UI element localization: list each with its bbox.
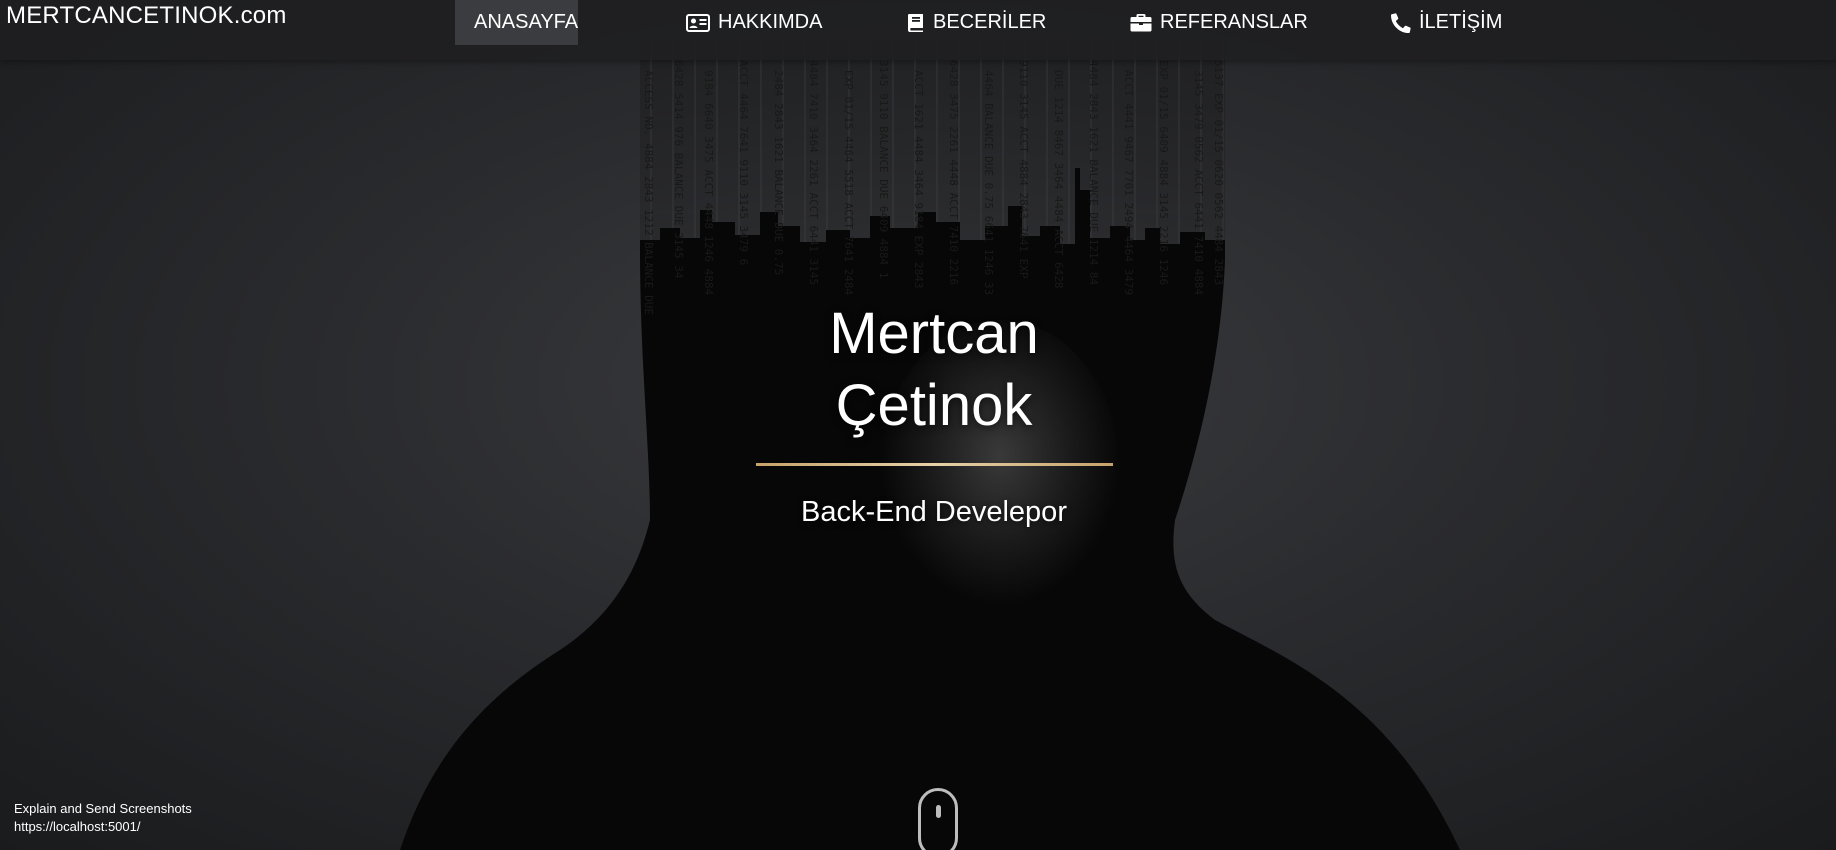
svg-text:9110 3145 ACCT 4884 2843 7641: 9110 3145 ACCT 4884 2843 7641 EXP (1017, 60, 1030, 279)
hero-first-name: Mertcan (829, 301, 1039, 366)
hero-title-block: Mertcan Çetinok Back-End Develepor (734, 298, 1134, 529)
svg-text:2484 2843 1621 BALANCE DUE 0.7: 2484 2843 1621 BALANCE DUE 0.75 (772, 70, 785, 275)
overlay-line-1: Explain and Send Screenshots (14, 801, 192, 816)
overlay-url: https://localhost:5001/ (14, 819, 141, 834)
hero-section: ACCESS NO. 4884 2843 1212 BALANCE DUE 64… (0, 0, 1836, 850)
svg-text:ACCT 1621 4484 3464 9184 EXP 2: ACCT 1621 4484 3464 9184 EXP 2843 (912, 70, 925, 289)
svg-text:ACCESS NO. 4884 2843 1212 BALA: ACCESS NO. 4884 2843 1212 BALANCE DUE (642, 70, 655, 315)
nav-item-referanslar[interactable]: REFERANSLAR (1119, 0, 1319, 45)
screenshot-overlay: Explain and Send Screenshots https://loc… (14, 800, 192, 836)
briefcase-icon (1130, 14, 1152, 32)
id-card-icon (686, 13, 710, 32)
nav-item-label: İLETİŞİM (1419, 11, 1503, 33)
mouse-scroll-icon[interactable] (918, 788, 958, 850)
svg-text:9184 6640 3475 ACCT 4448 1246: 9184 6640 3475 ACCT 4448 1246 4884 (702, 70, 715, 296)
svg-text:6428 5414 976 BALANCE DUE 3145: 6428 5414 976 BALANCE DUE 3145 34 (672, 60, 685, 279)
nav-item-iletisim[interactable]: İLETİŞİM (1380, 0, 1513, 45)
svg-text:4464 BALANCE DUE 0.75 6641 124: 4464 BALANCE DUE 0.75 6641 1246 33 (982, 70, 995, 295)
svg-text:3145 9110 BALANCE DUE 6409 488: 3145 9110 BALANCE DUE 6409 4884 1 (877, 60, 890, 279)
svg-text:5137 EXP 01/15 0620 0562 4484: 5137 EXP 01/15 0620 0562 4484 2843 (1212, 60, 1225, 285)
svg-text:6428 3475 2261 4448 ACCT 7410: 6428 3475 2261 4448 ACCT 7410 2216 (947, 60, 960, 285)
book-icon (908, 13, 923, 32)
nav-item-label: BECERİLER (933, 11, 1047, 33)
svg-text:3145 3479 0562 ACCT 6441 7410: 3145 3479 0562 ACCT 6441 7410 4884 (1192, 70, 1205, 296)
svg-text:4484 2843 1621 BALANCE DUE 121: 4484 2843 1621 BALANCE DUE 1214 84 (1087, 60, 1100, 286)
svg-text:EXP 01/15 6409 4884 3145 2216: EXP 01/15 6409 4884 3145 2216 1246 (1157, 60, 1170, 285)
mouse-wheel-icon (936, 805, 941, 818)
svg-text:DUE 1214 8467 3464 4484 ACCT 6: DUE 1214 8467 3464 4484 ACCT 6428 (1052, 70, 1065, 289)
nav-item-label: REFERANSLAR (1160, 11, 1308, 33)
svg-text:ACCT 4464 7641 9110 3145 3479: ACCT 4464 7641 9110 3145 3479 6 (737, 60, 750, 265)
nav-item-anasayfa[interactable]: ANASAYFA (455, 0, 578, 45)
nav-item-beceriler[interactable]: BECERİLER (896, 0, 1057, 45)
site-brand-link[interactable]: MERTCANCETINOK.com (6, 2, 287, 30)
hero-subtitle: Back-End Develepor (801, 496, 1067, 528)
title-divider (755, 463, 1113, 466)
svg-text:4484 7410 3464 2261 ACCT 6441: 4484 7410 3464 2261 ACCT 6441 3145 (807, 60, 820, 285)
svg-text:EXP 01/15 4464 5518 ACCT 7641: EXP 01/15 4464 5518 ACCT 7641 2484 (842, 70, 855, 296)
nav-item-label: ANASAYFA (474, 11, 579, 33)
top-navbar: MERTCANCETINOK.com ANASAYFA HAKKIMDA BEC… (0, 0, 1836, 60)
nav-item-hakkimda[interactable]: HAKKIMDA (675, 0, 833, 45)
svg-text:ACCT 4441 9467 7701 2494 4464: ACCT 4441 9467 7701 2494 4464 3479 (1122, 70, 1135, 295)
nav-item-label: HAKKIMDA (718, 11, 823, 33)
phone-icon (1391, 12, 1411, 33)
hero-last-name: Çetinok (835, 373, 1033, 438)
